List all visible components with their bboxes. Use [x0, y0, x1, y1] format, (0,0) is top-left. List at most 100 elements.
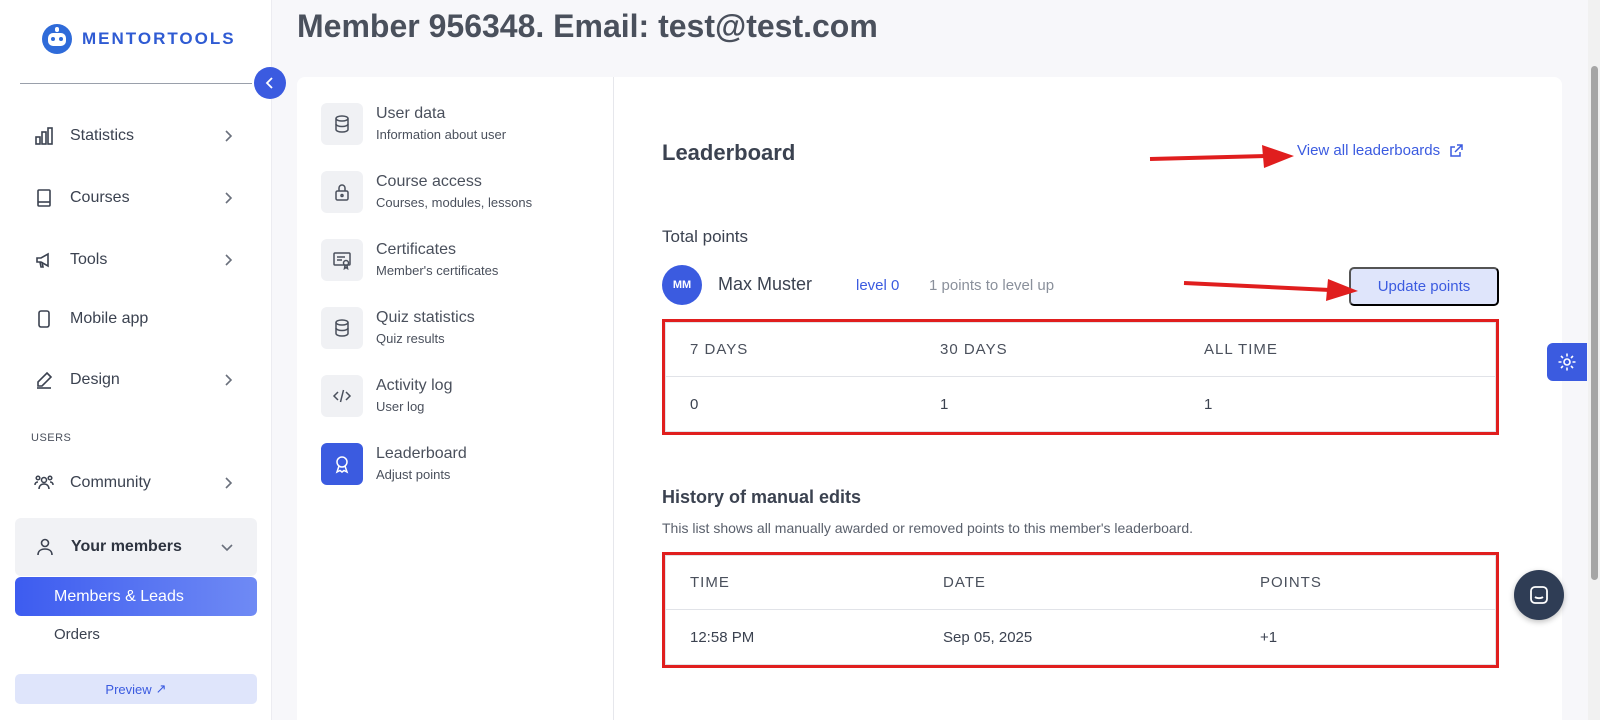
- subnav-subtitle: Quiz results: [376, 331, 445, 346]
- user-icon: [33, 535, 57, 559]
- sidebar-item-design[interactable]: Design: [14, 356, 258, 404]
- sidebar-item-tools[interactable]: Tools: [14, 236, 258, 284]
- chevron-left-icon: [265, 77, 273, 89]
- sidebar-item-label: Mobile app: [70, 310, 149, 327]
- sidebar-divider: [20, 83, 252, 84]
- table-header-cell: TIME: [690, 574, 730, 591]
- total-points-label: Total points: [662, 227, 748, 246]
- section-label-users: USERS: [31, 432, 72, 444]
- subnav-item-leaderboard[interactable]: Leaderboard Adjust points: [321, 439, 601, 489]
- sidebar-item-label: Tools: [70, 251, 108, 268]
- level-link[interactable]: level 0: [856, 277, 899, 294]
- phone-icon: [32, 307, 56, 331]
- subnav-title: User data: [376, 105, 446, 122]
- award-icon: [321, 443, 363, 485]
- sidebar-item-community[interactable]: Community: [14, 459, 258, 507]
- table-row: 0 1 1: [666, 377, 1495, 431]
- subnav-item-activity-log[interactable]: Activity log User log: [321, 371, 601, 421]
- table-cell: 0: [690, 395, 699, 413]
- table-cell: 1: [940, 395, 949, 413]
- annotation-arrow-icon: [1183, 279, 1358, 301]
- sidebar-item-statistics[interactable]: Statistics: [14, 112, 258, 160]
- subnav-item-quiz-statistics[interactable]: Quiz statistics Quiz results: [321, 303, 601, 353]
- subnav-title: Leaderboard: [376, 445, 467, 462]
- subnav-subtitle: Information about user: [376, 127, 507, 142]
- chat-icon: [1530, 586, 1548, 604]
- pencil-icon: [32, 368, 56, 392]
- table-header-cell: ALL TIME: [1204, 341, 1278, 358]
- chevron-right-icon: [220, 190, 236, 211]
- chevron-right-icon: [220, 372, 236, 393]
- table-header-cell: POINTS: [1260, 574, 1322, 591]
- scrollbar-thumb[interactable]: [1591, 66, 1598, 580]
- subnav-item-certificates[interactable]: Certificates Member's certificates: [321, 235, 601, 285]
- sidebar-subitem-members-leads[interactable]: Members & Leads: [15, 577, 257, 616]
- certificate-icon: [321, 239, 363, 281]
- sidebar-item-courses[interactable]: Courses: [14, 174, 258, 222]
- database-icon: [321, 307, 363, 349]
- sidebar-item-label: Statistics: [70, 127, 135, 144]
- page-title: Member 956348. Email: test@test.com: [297, 8, 878, 44]
- code-icon: [321, 375, 363, 417]
- sidebar-subitem-orders[interactable]: Orders: [54, 626, 100, 643]
- bar-chart-icon: [32, 124, 56, 148]
- view-all-leaderboards-link[interactable]: View all leaderboards: [1297, 142, 1464, 159]
- gear-icon: [1558, 353, 1576, 371]
- history-title: History of manual edits: [662, 487, 862, 507]
- member-card: User data Information about user Course …: [297, 77, 1562, 720]
- leaderboard-panel: Leaderboard View all leaderboards Total …: [614, 77, 1562, 720]
- subnav-title: Course access: [376, 173, 482, 190]
- external-link-icon: [1450, 143, 1463, 157]
- update-points-button[interactable]: Update points: [1349, 267, 1499, 306]
- points-table: 7 DAYS 30 DAYS ALL TIME 0 1 1: [662, 319, 1499, 435]
- member-name: Max Muster: [718, 274, 813, 294]
- table-cell: Sep 05, 2025: [943, 628, 1033, 646]
- brand-name: MENTORTOOLS: [82, 29, 236, 48]
- collapse-sidebar-button[interactable]: [254, 67, 286, 99]
- page-scrollbar[interactable]: [1588, 0, 1600, 720]
- sidebar: MENTORTOOLS Statistics Courses Tools Mob…: [0, 0, 272, 720]
- subnav-title: Certificates: [376, 241, 457, 258]
- robot-logo-icon: [42, 24, 72, 54]
- table-cell: +1: [1260, 628, 1278, 646]
- avatar: MM: [662, 265, 702, 305]
- book-icon: [32, 186, 56, 210]
- brand-logo[interactable]: MENTORTOOLS: [40, 22, 236, 56]
- settings-button[interactable]: [1547, 343, 1587, 381]
- annotation-arrow-icon: [1149, 145, 1294, 168]
- chevron-down-icon: [219, 539, 235, 560]
- sidebar-item-mobile-app[interactable]: Mobile app: [14, 295, 258, 343]
- subnav-subtitle: Member's certificates: [376, 263, 499, 278]
- table-header-cell: 7 DAYS: [690, 341, 749, 358]
- lock-icon: [321, 171, 363, 213]
- chat-button[interactable]: [1514, 570, 1564, 620]
- sidebar-item-label: Community: [70, 474, 151, 491]
- arrow-up-right-icon: ↗: [155, 681, 167, 696]
- subnav-title: Activity log: [376, 377, 453, 394]
- sidebar-item-your-members[interactable]: Your members: [15, 518, 257, 576]
- sidebar-item-label: Courses: [70, 189, 130, 206]
- preview-label: Preview: [105, 681, 152, 697]
- table-cell: 12:58 PM: [690, 628, 755, 646]
- table-cell: 1: [1204, 395, 1213, 413]
- view-all-label: View all leaderboards: [1297, 142, 1441, 159]
- subnav-subtitle: User log: [376, 399, 425, 414]
- points-to-level-up: 1 points to level up: [929, 277, 1055, 294]
- table-header-cell: 30 DAYS: [940, 341, 1008, 358]
- leaderboard-title: Leaderboard: [662, 140, 796, 165]
- member-subnav: User data Information about user Course …: [297, 77, 614, 720]
- table-header-cell: DATE: [943, 574, 986, 591]
- subnav-subtitle: Courses, modules, lessons: [376, 195, 533, 210]
- megaphone-icon: [32, 248, 56, 272]
- chevron-right-icon: [220, 475, 236, 496]
- preview-button[interactable]: Preview ↗: [15, 674, 257, 704]
- community-icon: [32, 471, 56, 495]
- history-table: TIME DATE POINTS 12:58 PM Sep 05, 2025 +…: [662, 552, 1499, 668]
- chevron-right-icon: [220, 128, 236, 149]
- table-header-row: TIME DATE POINTS: [666, 556, 1495, 610]
- subnav-item-course-access[interactable]: Course access Courses, modules, lessons: [321, 167, 601, 217]
- database-icon: [321, 103, 363, 145]
- subnav-item-user-data[interactable]: User data Information about user: [321, 99, 601, 149]
- subnav-subtitle: Adjust points: [376, 467, 451, 482]
- chevron-right-icon: [220, 252, 236, 273]
